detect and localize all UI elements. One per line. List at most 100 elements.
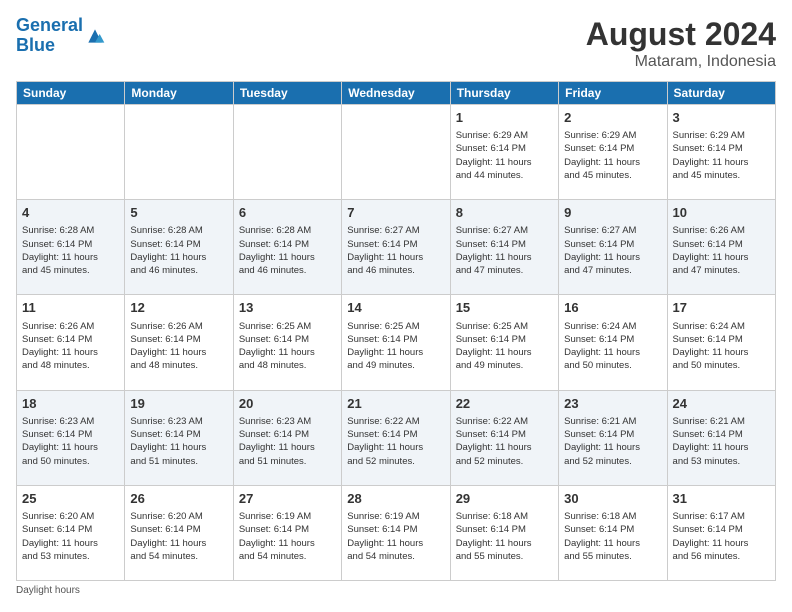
cell-info: Sunrise: 6:26 AM Sunset: 6:14 PM Dayligh… xyxy=(673,224,770,277)
calendar-cell: 9 Sunrise: 6:27 AM Sunset: 6:14 PM Daylig… xyxy=(559,200,667,295)
cell-info: Sunrise: 6:27 AM Sunset: 6:14 PM Dayligh… xyxy=(564,224,661,277)
calendar-cell: 25 Sunrise: 6:20 AM Sunset: 6:14 PM Dayli… xyxy=(17,485,125,580)
calendar-cell: 7 Sunrise: 6:27 AM Sunset: 6:14 PM Daylig… xyxy=(342,200,450,295)
cell-day-number: 11 xyxy=(22,299,119,317)
cell-day-number: 21 xyxy=(347,395,444,413)
calendar-cell: 17 Sunrise: 6:24 AM Sunset: 6:14 PM Dayli… xyxy=(667,295,775,390)
calendar-cell: 15 Sunrise: 6:25 AM Sunset: 6:14 PM Dayli… xyxy=(450,295,558,390)
cell-info: Sunrise: 6:21 AM Sunset: 6:14 PM Dayligh… xyxy=(673,415,770,468)
calendar-cell: 16 Sunrise: 6:24 AM Sunset: 6:14 PM Dayli… xyxy=(559,295,667,390)
calendar-table: SundayMondayTuesdayWednesdayThursdayFrid… xyxy=(16,81,776,581)
cell-info: Sunrise: 6:26 AM Sunset: 6:14 PM Dayligh… xyxy=(130,320,227,373)
calendar-cell xyxy=(17,105,125,200)
header: General Blue August 2024 Mataram, Indone… xyxy=(16,16,776,71)
cell-info: Sunrise: 6:29 AM Sunset: 6:14 PM Dayligh… xyxy=(456,129,553,182)
logo-icon xyxy=(85,26,105,46)
cell-info: Sunrise: 6:29 AM Sunset: 6:14 PM Dayligh… xyxy=(564,129,661,182)
cell-day-number: 29 xyxy=(456,490,553,508)
cell-info: Sunrise: 6:19 AM Sunset: 6:14 PM Dayligh… xyxy=(239,510,336,563)
calendar-cell: 29Sunrise: 6:18 AM Sunset: 6:14 PM Dayli… xyxy=(450,485,558,580)
cell-info: Sunrise: 6:21 AM Sunset: 6:14 PM Dayligh… xyxy=(564,415,661,468)
calendar-cell: 27Sunrise: 6:19 AM Sunset: 6:14 PM Dayli… xyxy=(233,485,341,580)
logo-general: General xyxy=(16,15,83,35)
week-row-2: 4 Sunrise: 6:28 AM Sunset: 6:14 PM Daylig… xyxy=(17,200,776,295)
calendar-cell: 10 Sunrise: 6:26 AM Sunset: 6:14 PM Dayli… xyxy=(667,200,775,295)
cell-day-number: 6 xyxy=(239,204,336,222)
cell-info: Sunrise: 6:24 AM Sunset: 6:14 PM Dayligh… xyxy=(564,320,661,373)
cell-day-number: 24 xyxy=(673,395,770,413)
cell-day-number: 16 xyxy=(564,299,661,317)
week-row-4: 18Sunrise: 6:23 AM Sunset: 6:14 PM Dayli… xyxy=(17,390,776,485)
week-row-1: 1 Sunrise: 6:29 AM Sunset: 6:14 PM Daylig… xyxy=(17,105,776,200)
title-block: August 2024 Mataram, Indonesia xyxy=(586,16,776,71)
cell-day-number: 7 xyxy=(347,204,444,222)
logo: General Blue xyxy=(16,16,105,56)
cell-day-number: 9 xyxy=(564,204,661,222)
calendar-cell: 30Sunrise: 6:18 AM Sunset: 6:14 PM Dayli… xyxy=(559,485,667,580)
header-row: SundayMondayTuesdayWednesdayThursdayFrid… xyxy=(17,82,776,105)
cell-day-number: 2 xyxy=(564,109,661,127)
cell-info: Sunrise: 6:24 AM Sunset: 6:14 PM Dayligh… xyxy=(673,320,770,373)
calendar-cell: 12 Sunrise: 6:26 AM Sunset: 6:14 PM Dayli… xyxy=(125,295,233,390)
cell-info: Sunrise: 6:17 AM Sunset: 6:14 PM Dayligh… xyxy=(673,510,770,563)
daylight-label: Daylight hours xyxy=(16,585,80,596)
header-cell-wednesday: Wednesday xyxy=(342,82,450,105)
calendar-cell: 24 Sunrise: 6:21 AM Sunset: 6:14 PM Dayli… xyxy=(667,390,775,485)
calendar-cell: 18Sunrise: 6:23 AM Sunset: 6:14 PM Dayli… xyxy=(17,390,125,485)
calendar-cell: 11 Sunrise: 6:26 AM Sunset: 6:14 PM Dayli… xyxy=(17,295,125,390)
logo-blue: Blue xyxy=(16,35,55,55)
header-cell-friday: Friday xyxy=(559,82,667,105)
cell-day-number: 22 xyxy=(456,395,553,413)
week-row-3: 11 Sunrise: 6:26 AM Sunset: 6:14 PM Dayli… xyxy=(17,295,776,390)
cell-info: Sunrise: 6:25 AM Sunset: 6:14 PM Dayligh… xyxy=(239,320,336,373)
cell-info: Sunrise: 6:28 AM Sunset: 6:14 PM Dayligh… xyxy=(22,224,119,277)
calendar-cell: 5 Sunrise: 6:28 AM Sunset: 6:14 PM Daylig… xyxy=(125,200,233,295)
calendar-cell: 4 Sunrise: 6:28 AM Sunset: 6:14 PM Daylig… xyxy=(17,200,125,295)
calendar-cell: 14 Sunrise: 6:25 AM Sunset: 6:14 PM Dayli… xyxy=(342,295,450,390)
cell-day-number: 12 xyxy=(130,299,227,317)
cell-day-number: 18 xyxy=(22,395,119,413)
week-row-5: 25 Sunrise: 6:20 AM Sunset: 6:14 PM Dayli… xyxy=(17,485,776,580)
calendar-cell: 2 Sunrise: 6:29 AM Sunset: 6:14 PM Daylig… xyxy=(559,105,667,200)
calendar-cell: 22Sunrise: 6:22 AM Sunset: 6:14 PM Dayli… xyxy=(450,390,558,485)
header-cell-tuesday: Tuesday xyxy=(233,82,341,105)
header-cell-sunday: Sunday xyxy=(17,82,125,105)
cell-day-number: 15 xyxy=(456,299,553,317)
cell-info: Sunrise: 6:20 AM Sunset: 6:14 PM Dayligh… xyxy=(130,510,227,563)
calendar-cell: 23 Sunrise: 6:21 AM Sunset: 6:14 PM Dayli… xyxy=(559,390,667,485)
cell-day-number: 1 xyxy=(456,109,553,127)
calendar-cell: 20Sunrise: 6:23 AM Sunset: 6:14 PM Dayli… xyxy=(233,390,341,485)
cell-info: Sunrise: 6:28 AM Sunset: 6:14 PM Dayligh… xyxy=(239,224,336,277)
cell-day-number: 19 xyxy=(130,395,227,413)
cell-day-number: 5 xyxy=(130,204,227,222)
cell-day-number: 30 xyxy=(564,490,661,508)
cell-day-number: 3 xyxy=(673,109,770,127)
calendar-cell xyxy=(125,105,233,200)
cell-info: Sunrise: 6:25 AM Sunset: 6:14 PM Dayligh… xyxy=(347,320,444,373)
cell-info: Sunrise: 6:29 AM Sunset: 6:14 PM Dayligh… xyxy=(673,129,770,182)
cell-day-number: 17 xyxy=(673,299,770,317)
calendar-cell: 21 Sunrise: 6:22 AM Sunset: 6:14 PM Dayli… xyxy=(342,390,450,485)
cell-info: Sunrise: 6:27 AM Sunset: 6:14 PM Dayligh… xyxy=(347,224,444,277)
calendar-header: SundayMondayTuesdayWednesdayThursdayFrid… xyxy=(17,82,776,105)
header-cell-monday: Monday xyxy=(125,82,233,105)
cell-day-number: 10 xyxy=(673,204,770,222)
cell-info: Sunrise: 6:28 AM Sunset: 6:14 PM Dayligh… xyxy=(130,224,227,277)
cell-day-number: 4 xyxy=(22,204,119,222)
calendar-cell: 6 Sunrise: 6:28 AM Sunset: 6:14 PM Daylig… xyxy=(233,200,341,295)
cell-day-number: 23 xyxy=(564,395,661,413)
cell-info: Sunrise: 6:26 AM Sunset: 6:14 PM Dayligh… xyxy=(22,320,119,373)
cell-day-number: 8 xyxy=(456,204,553,222)
calendar-cell: 28Sunrise: 6:19 AM Sunset: 6:14 PM Dayli… xyxy=(342,485,450,580)
cell-info: Sunrise: 6:19 AM Sunset: 6:14 PM Dayligh… xyxy=(347,510,444,563)
footer: Daylight hours xyxy=(16,585,776,596)
cell-day-number: 14 xyxy=(347,299,444,317)
cell-day-number: 31 xyxy=(673,490,770,508)
cell-info: Sunrise: 6:20 AM Sunset: 6:14 PM Dayligh… xyxy=(22,510,119,563)
cell-info: Sunrise: 6:25 AM Sunset: 6:14 PM Dayligh… xyxy=(456,320,553,373)
calendar-cell: 26Sunrise: 6:20 AM Sunset: 6:14 PM Dayli… xyxy=(125,485,233,580)
cell-info: Sunrise: 6:22 AM Sunset: 6:14 PM Dayligh… xyxy=(347,415,444,468)
calendar-cell: 8Sunrise: 6:27 AM Sunset: 6:14 PM Daylig… xyxy=(450,200,558,295)
calendar-cell: 19Sunrise: 6:23 AM Sunset: 6:14 PM Dayli… xyxy=(125,390,233,485)
cell-day-number: 25 xyxy=(22,490,119,508)
